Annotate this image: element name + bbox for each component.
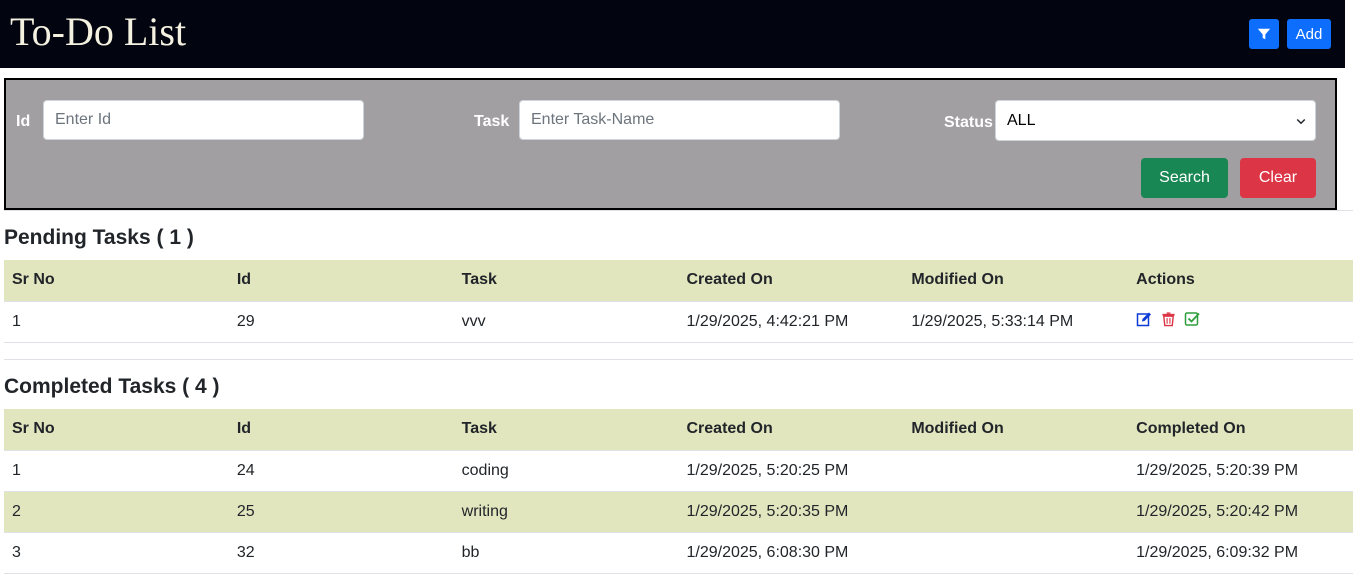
cell-modified-on <box>903 532 1129 574</box>
pending-tasks-table: Sr No Id Task Created On Modified On Act… <box>4 260 1353 343</box>
cell-id: 24 <box>228 450 454 492</box>
cell-task: writing <box>453 491 679 533</box>
column-header: Completed On <box>1128 409 1353 451</box>
table-header-row: Sr No Id Task Created On Modified On Act… <box>4 260 1353 302</box>
cell-sr-no: 3 <box>4 532 229 574</box>
column-header: Sr No <box>4 260 229 302</box>
status-select-value: ALL <box>1007 111 1036 129</box>
cell-modified-on <box>903 491 1129 533</box>
table-header-row: Sr No Id Task Created On Modified On Com… <box>4 409 1353 451</box>
column-header: Modified On <box>903 409 1129 451</box>
completed-tasks-title: Completed Tasks ( 4 ) <box>4 375 220 398</box>
column-header: Sr No <box>4 409 229 451</box>
cell-modified-on <box>903 450 1129 492</box>
column-header: Modified On <box>903 260 1129 302</box>
edit-button[interactable] <box>1136 311 1152 332</box>
cell-created-on: 1/29/2025, 4:42:21 PM <box>678 301 904 343</box>
task-input[interactable]: Enter Task-Name <box>519 100 840 140</box>
clear-button[interactable]: Clear <box>1240 158 1316 198</box>
app-title: To-Do List <box>10 9 187 54</box>
filter-button[interactable] <box>1249 19 1279 49</box>
completed-tasks-table: Sr No Id Task Created On Modified On Com… <box>4 409 1353 574</box>
table-row: 2 25 writing 1/29/2025, 5:20:35 PM 1/29/… <box>4 491 1353 533</box>
complete-button[interactable] <box>1184 311 1200 332</box>
column-header: Id <box>228 409 454 451</box>
status-select[interactable]: ALL <box>995 100 1316 141</box>
status-label: Status <box>944 114 993 131</box>
table-row: 3 32 bb 1/29/2025, 6:08:30 PM 1/29/2025,… <box>4 532 1353 574</box>
cell-created-on: 1/29/2025, 5:20:25 PM <box>678 450 904 492</box>
id-input-placeholder: Enter Id <box>55 111 112 128</box>
cell-sr-no: 1 <box>4 301 229 343</box>
column-header: Task <box>453 260 679 302</box>
task-label: Task <box>474 113 510 130</box>
cell-task: vvv <box>453 301 679 343</box>
divider <box>4 359 1353 360</box>
check-square-icon <box>1184 312 1200 326</box>
cell-task: bb <box>453 532 679 574</box>
cell-completed-on: 1/29/2025, 6:09:32 PM <box>1128 532 1353 574</box>
cell-id: 29 <box>228 301 454 343</box>
delete-button[interactable] <box>1161 311 1176 332</box>
filter-panel: Id Enter Id Task Enter Task-Name Status … <box>4 78 1337 210</box>
cell-sr-no: 2 <box>4 491 229 533</box>
table-row: 1 24 coding 1/29/2025, 5:20:25 PM 1/29/2… <box>4 450 1353 492</box>
column-header: Task <box>453 409 679 451</box>
edit-icon <box>1136 312 1152 327</box>
cell-created-on: 1/29/2025, 5:20:35 PM <box>678 491 904 533</box>
cell-completed-on: 1/29/2025, 5:20:42 PM <box>1128 491 1353 533</box>
column-header: Actions <box>1128 260 1353 302</box>
cell-created-on: 1/29/2025, 6:08:30 PM <box>678 532 904 574</box>
cell-task: coding <box>453 450 679 492</box>
trash-icon <box>1162 312 1175 327</box>
cell-sr-no: 1 <box>4 450 229 492</box>
task-input-placeholder: Enter Task-Name <box>531 111 655 128</box>
divider <box>4 210 1353 211</box>
add-button[interactable]: Add <box>1287 19 1331 49</box>
column-header: Created On <box>678 409 904 451</box>
id-input[interactable]: Enter Id <box>43 100 364 140</box>
id-label: Id <box>16 113 31 130</box>
cell-actions <box>1128 301 1353 343</box>
cell-completed-on: 1/29/2025, 5:20:39 PM <box>1128 450 1353 492</box>
cell-modified-on: 1/29/2025, 5:33:14 PM <box>903 301 1129 343</box>
chevron-down-icon <box>1296 118 1306 124</box>
pending-tasks-title: Pending Tasks ( 1 ) <box>4 226 194 249</box>
column-header: Created On <box>678 260 904 302</box>
funnel-icon <box>1257 28 1271 40</box>
app-header: To-Do List Add <box>0 0 1345 68</box>
cell-id: 25 <box>228 491 454 533</box>
cell-id: 32 <box>228 532 454 574</box>
column-header: Id <box>228 260 454 302</box>
table-row: 1 29 vvv 1/29/2025, 4:42:21 PM 1/29/2025… <box>4 301 1353 343</box>
search-button[interactable]: Search <box>1141 158 1228 198</box>
